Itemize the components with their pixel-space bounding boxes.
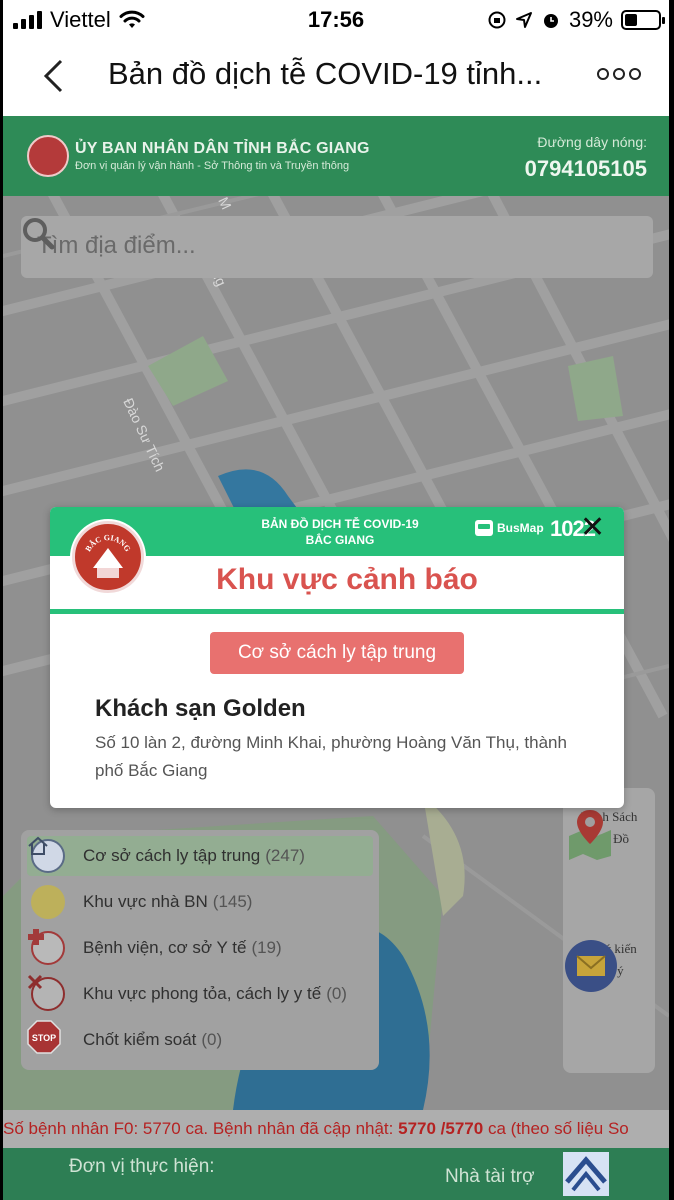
location-arrow-icon <box>515 12 532 28</box>
x-mark-icon <box>27 974 65 1011</box>
legend-label: Khu vực phong tỏa, cách ly y tế <box>83 984 322 1003</box>
busmap-label: BusMap <box>497 521 544 535</box>
ticker-ratio: 5770 /5770 <box>398 1119 484 1138</box>
category-tag: Cơ sở cách ly tập trung <box>210 632 464 674</box>
search-input[interactable]: Tìm địa điểm... <box>37 232 196 260</box>
legend-panel: Cơ sở cách ly tập trung (247) Khu vực nh… <box>21 830 379 1070</box>
legend-count: (145) <box>212 892 253 911</box>
legend-item-hospital[interactable]: Bệnh viện, cơ sở Y tế (19) <box>27 928 373 968</box>
dot-icon <box>613 68 625 80</box>
search-bar[interactable]: Tìm địa điểm... <box>21 216 653 278</box>
map-list-button[interactable]: Danh Sách Bản Đồ <box>563 806 655 860</box>
alarm-icon <box>543 14 558 28</box>
implementer-label: Đơn vị thực hiện: <box>69 1156 215 1177</box>
legend-item-checkpoint[interactable]: STOP Chốt kiểm soát (0) <box>27 1020 373 1060</box>
legend-label: Khu vực nhà BN <box>83 892 208 911</box>
busmap-logo: BusMap <box>475 520 544 536</box>
province-emblem-icon <box>27 135 69 177</box>
government-name: ỦY BAN NHÂN DÂN TỈNH BẮC GIANG <box>75 140 370 157</box>
divider <box>50 609 624 614</box>
close-icon[interactable]: ✕ <box>580 513 605 543</box>
legend-item-quarantine[interactable]: Cơ sở cách ly tập trung (247) <box>27 836 373 876</box>
place-name: Khách sạn Golden <box>95 695 306 722</box>
chevron-left-icon <box>43 59 63 93</box>
footer: Đơn vị thực hiện: Nhà tài trợ <box>3 1148 669 1200</box>
legend-label: Chốt kiểm soát <box>83 1030 197 1049</box>
medical-cross-icon <box>28 929 65 965</box>
page-title: Bản đồ dịch tễ COVID-19 tỉnh... <box>108 56 543 91</box>
bus-icon <box>475 520 493 536</box>
rotation-lock-icon <box>488 11 506 29</box>
place-address: Số 10 làn 2, đường Minh Khai, phường Hoà… <box>95 733 567 780</box>
legend-item-patient-area[interactable]: Khu vực nhà BN (145) <box>27 882 373 922</box>
government-header: ỦY BAN NHÂN DÂN TỈNH BẮC GIANG Đơn vị qu… <box>3 116 669 196</box>
status-bar: Viettel 17:56 39% <box>3 0 669 40</box>
dot-icon <box>629 68 641 80</box>
warning-popup: BẢN ĐỒ DỊCH TỄ COVID-19 BẮC GIANG BusMap… <box>50 507 624 808</box>
house-icon <box>28 836 65 873</box>
hotline-number[interactable]: 0794105105 <box>525 156 647 182</box>
side-panel: Danh Sách Bản Đồ Gửi ý kiến góp ý <box>563 788 655 1073</box>
case-ticker: Số bệnh nhân F0: 5770 ca. Bệnh nhân đã c… <box>3 1110 669 1148</box>
yellow-dot-icon <box>31 885 65 919</box>
search-icon[interactable] <box>21 216 55 250</box>
legend-item-lockdown[interactable]: Khu vực phong tỏa, cách ly y tế (0) <box>27 974 373 1014</box>
legend-count: (247) <box>265 846 305 865</box>
popup-header-title: BẢN ĐỒ DỊCH TỄ COVID-19 BẮC GIANG <box>190 516 490 548</box>
battery-icon <box>621 10 665 30</box>
stop-sign-text: STOP <box>32 1033 56 1043</box>
popup-heading: Khu vực cảnh báo <box>216 563 478 596</box>
stop-sign-icon: STOP <box>27 1020 65 1057</box>
more-options-button[interactable] <box>597 68 641 80</box>
legend-count: (0) <box>201 1030 223 1049</box>
popup-title-line1: BẢN ĐỒ DỊCH TỄ COVID-19 <box>261 517 419 531</box>
sponsor-label: Nhà tài trợ <box>445 1166 535 1187</box>
back-button[interactable] <box>41 58 77 98</box>
ticker-mid: ca. Bệnh nhân đã cập nhật: <box>185 1119 394 1138</box>
map-pin-icon <box>569 810 611 860</box>
phone-screen: Viettel 17:56 39% Bản đồ dịch tễ COVID-1… <box>3 0 669 1200</box>
ticker-suffix: ca (theo số liệu So <box>487 1119 629 1138</box>
sponsor-logo-icon <box>563 1152 609 1196</box>
hotline-label: Đường dây nóng: <box>537 134 647 150</box>
legend-label: Bệnh viện, cơ sở Y tế <box>83 938 247 957</box>
legend-count: (19) <box>251 938 282 957</box>
feedback-button[interactable]: Gửi ý kiến góp ý <box>563 938 655 992</box>
ticker-prefix: Số bệnh nhân F0: 5770 <box>3 1119 181 1138</box>
government-subtitle: Đơn vị quản lý vận hành - Sở Thông tin v… <box>75 160 350 172</box>
dot-icon <box>597 68 609 80</box>
mail-icon <box>565 940 617 992</box>
popup-title-line2: BẮC GIANG <box>305 533 375 547</box>
battery-percent: 39% <box>568 7 613 32</box>
legend-count: (0) <box>326 984 347 1003</box>
legend-label: Cơ sở cách ly tập trung <box>83 846 261 865</box>
navigation-bar: Bản đồ dịch tễ COVID-19 tỉnh... <box>3 40 669 116</box>
